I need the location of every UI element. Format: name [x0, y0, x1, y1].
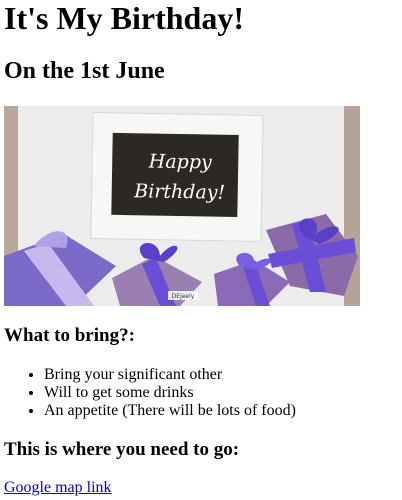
location-heading: This is where you need to go:: [4, 439, 240, 460]
chalkboard-text-line2: Birthday!: [133, 180, 225, 204]
page-title: It's My Birthday!: [4, 0, 244, 36]
birthday-image: Happy Birthday! DEjeely: [4, 106, 360, 306]
page-subtitle: On the 1st June: [4, 58, 165, 84]
list-item: An appetite (There will be lots of food): [44, 402, 296, 420]
chalkboard-text-line1: Happy: [148, 150, 213, 173]
birthday-illustration: Happy Birthday! DEjeely: [4, 106, 360, 306]
chalkboard: [111, 132, 239, 218]
bring-list: Bring your significant other Will to get…: [4, 366, 296, 420]
google-map-link[interactable]: Google map link: [4, 479, 112, 497]
what-to-bring-heading: What to bring?:: [4, 325, 135, 346]
list-item: Bring your significant other: [44, 366, 296, 384]
list-item: Will to get some drinks: [44, 384, 296, 402]
image-watermark: DEjeely: [172, 293, 195, 300]
